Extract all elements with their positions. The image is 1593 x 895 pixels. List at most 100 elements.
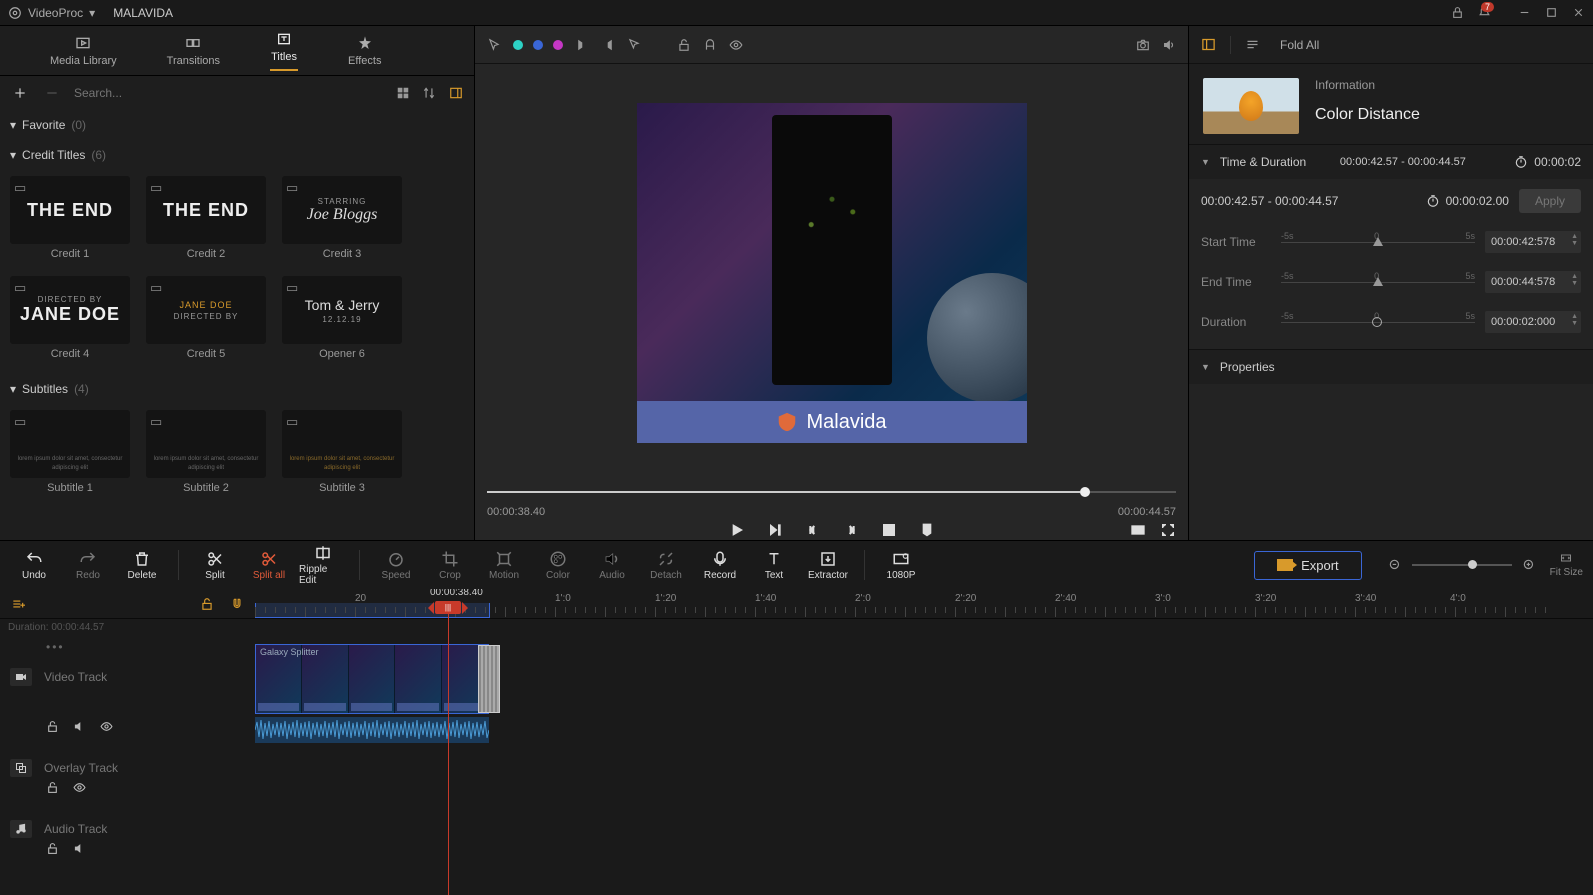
panel-properties[interactable]: ▼ Properties (1189, 349, 1593, 384)
fold-icon[interactable] (1245, 37, 1260, 52)
lock-icon[interactable] (46, 842, 59, 855)
minimize-icon[interactable] (1518, 6, 1531, 19)
eye-icon[interactable] (100, 720, 113, 733)
magnet-icon[interactable] (229, 597, 245, 611)
unlock-icon[interactable] (677, 38, 691, 52)
project-save[interactable]: MALAVIDA (107, 6, 173, 20)
lock-icon[interactable] (46, 781, 59, 794)
action-record[interactable]: Record (696, 550, 744, 581)
lock-icon[interactable] (1451, 6, 1464, 19)
timeline-canvas[interactable]: 201':01':201':402':02':202':403':03':203… (255, 589, 1593, 895)
inspector-toggle-icon[interactable] (1201, 37, 1216, 52)
video-clip[interactable]: Galaxy Splitter (255, 644, 489, 714)
crop-preview-icon[interactable] (881, 522, 897, 538)
seek-bar[interactable] (487, 482, 1176, 502)
action-undo[interactable]: Undo (10, 550, 58, 581)
action-text[interactable]: Text (750, 550, 798, 581)
cat-credit-titles[interactable]: ▾Credit Titles(6) (0, 140, 474, 170)
cursor-icon[interactable] (487, 38, 501, 52)
zoom-out-icon[interactable] (1388, 558, 1402, 572)
tab-media-library[interactable]: Media Library (50, 35, 117, 67)
snapshot-icon[interactable] (1136, 38, 1150, 52)
play-icon[interactable] (729, 522, 745, 538)
cat-subtitles[interactable]: ▾Subtitles(4) (0, 374, 474, 404)
track-lock-icon[interactable] (199, 597, 215, 611)
start-time-slider[interactable]: -5s 0 5s (1281, 231, 1475, 253)
mute-icon[interactable] (73, 720, 86, 733)
fold-all-button[interactable]: Fold All (1280, 38, 1319, 52)
mark-in-icon[interactable] (575, 38, 589, 52)
preview-canvas[interactable]: Malavida (637, 103, 1027, 443)
maximize-icon[interactable] (1545, 6, 1558, 19)
marker-add-icon[interactable] (919, 522, 935, 538)
marker-cyan[interactable] (513, 40, 523, 50)
action-extractor[interactable]: Extractor (804, 550, 852, 581)
action-split-all[interactable]: Split all (245, 550, 293, 581)
volume-icon[interactable] (1162, 38, 1176, 52)
playhead[interactable]: ||| (435, 601, 461, 614)
title-preset[interactable]: ▭THE ENDCredit 2 (146, 176, 266, 260)
grid-view-icon[interactable] (396, 86, 410, 100)
time-range: 00:00:42.57 - 00:00:44.57 (1201, 194, 1338, 208)
start-time-value[interactable]: 00:00:42:578▲▼ (1485, 231, 1581, 253)
title-preset[interactable]: ▭JANE DOEDIRECTED BYCredit 5 (146, 276, 266, 360)
select-tool-icon[interactable] (627, 38, 641, 52)
action-split[interactable]: Split (191, 550, 239, 581)
eye-icon[interactable] (729, 38, 743, 52)
compare-icon[interactable] (1130, 522, 1146, 538)
transition-handle[interactable] (478, 645, 500, 713)
panel-time-duration[interactable]: ▼ Time & Duration 00:00:42.57 - 00:00:44… (1189, 144, 1593, 179)
track-add-icon[interactable] (10, 597, 26, 611)
title-preset[interactable]: ▭DIRECTED BYJANE DOECredit 4 (10, 276, 130, 360)
audio-waveform[interactable] (255, 717, 489, 743)
audio-track-icon (10, 820, 32, 838)
subtitle-preset[interactable]: ▭lorem ipsum dolor sit amet, consectetur… (146, 410, 266, 494)
zoom-slider[interactable] (1412, 564, 1512, 566)
cat-favorite[interactable]: ▾Favorite(0) (0, 110, 474, 140)
mute-icon[interactable] (73, 842, 86, 855)
tab-effects[interactable]: Effects (348, 35, 381, 67)
end-time-value[interactable]: 00:00:44:578▲▼ (1485, 271, 1581, 293)
fullscreen-icon[interactable] (1160, 522, 1176, 538)
sort-icon[interactable] (422, 86, 436, 100)
subtitle-preset[interactable]: ▭lorem ipsum dolor sit amet, consectetur… (10, 410, 130, 494)
app-menu[interactable]: VideoProc ▾ (8, 6, 95, 20)
add-button[interactable] (10, 83, 30, 103)
zoom-in-icon[interactable] (1522, 558, 1536, 572)
subtitle-preset[interactable]: ▭lorem ipsum dolor sit amet, consectetur… (282, 410, 402, 494)
apply-button[interactable]: Apply (1519, 189, 1581, 213)
tab-transitions[interactable]: Transitions (167, 35, 220, 67)
overlay-track-label: Overlay Track (44, 761, 118, 775)
step-fwd-icon[interactable] (767, 522, 783, 538)
action-1080p[interactable]: 1080P (877, 550, 925, 581)
notification-bell[interactable]: 7 (1478, 6, 1504, 19)
search-input[interactable] (74, 86, 384, 100)
snap-icon[interactable] (703, 38, 717, 52)
next-frame-icon[interactable] (843, 522, 859, 538)
title-preset[interactable]: ▭THE ENDCredit 1 (10, 176, 130, 260)
duration-value[interactable]: 00:00:02:000▲▼ (1485, 311, 1581, 333)
title-preset[interactable]: ▭Tom & Jerry12.12.19Opener 6 (282, 276, 402, 360)
marker-magenta[interactable] (553, 40, 563, 50)
action-delete[interactable]: Delete (118, 550, 166, 581)
title-preset[interactable]: ▭STARRINGJoe BloggsCredit 3 (282, 176, 402, 260)
eye-icon[interactable] (73, 781, 86, 794)
prev-frame-icon[interactable] (805, 522, 821, 538)
fit-size-button[interactable]: Fit Size (1550, 552, 1583, 578)
action-detach: Detach (642, 550, 690, 581)
timeline-duration: Duration: 00:00:44.57 (0, 619, 255, 636)
end-time-slider[interactable]: -5s 0 5s (1281, 271, 1475, 293)
marker-blue[interactable] (533, 40, 543, 50)
action-ripple-edit[interactable]: Ripple Edit (299, 544, 347, 586)
panel-toggle-icon[interactable] (448, 86, 464, 100)
action-redo: Redo (64, 550, 112, 581)
track-menu[interactable]: ••• (0, 636, 255, 658)
tab-titles[interactable]: Titles (270, 31, 298, 71)
mark-out-icon[interactable] (601, 38, 615, 52)
video-track-label: Video Track (44, 670, 107, 684)
duration-slider[interactable]: -5s 0 5s (1281, 311, 1475, 333)
lock-icon[interactable] (46, 720, 59, 733)
export-button[interactable]: Export (1254, 551, 1362, 580)
close-icon[interactable] (1572, 6, 1585, 19)
action-crop: Crop (426, 550, 474, 581)
